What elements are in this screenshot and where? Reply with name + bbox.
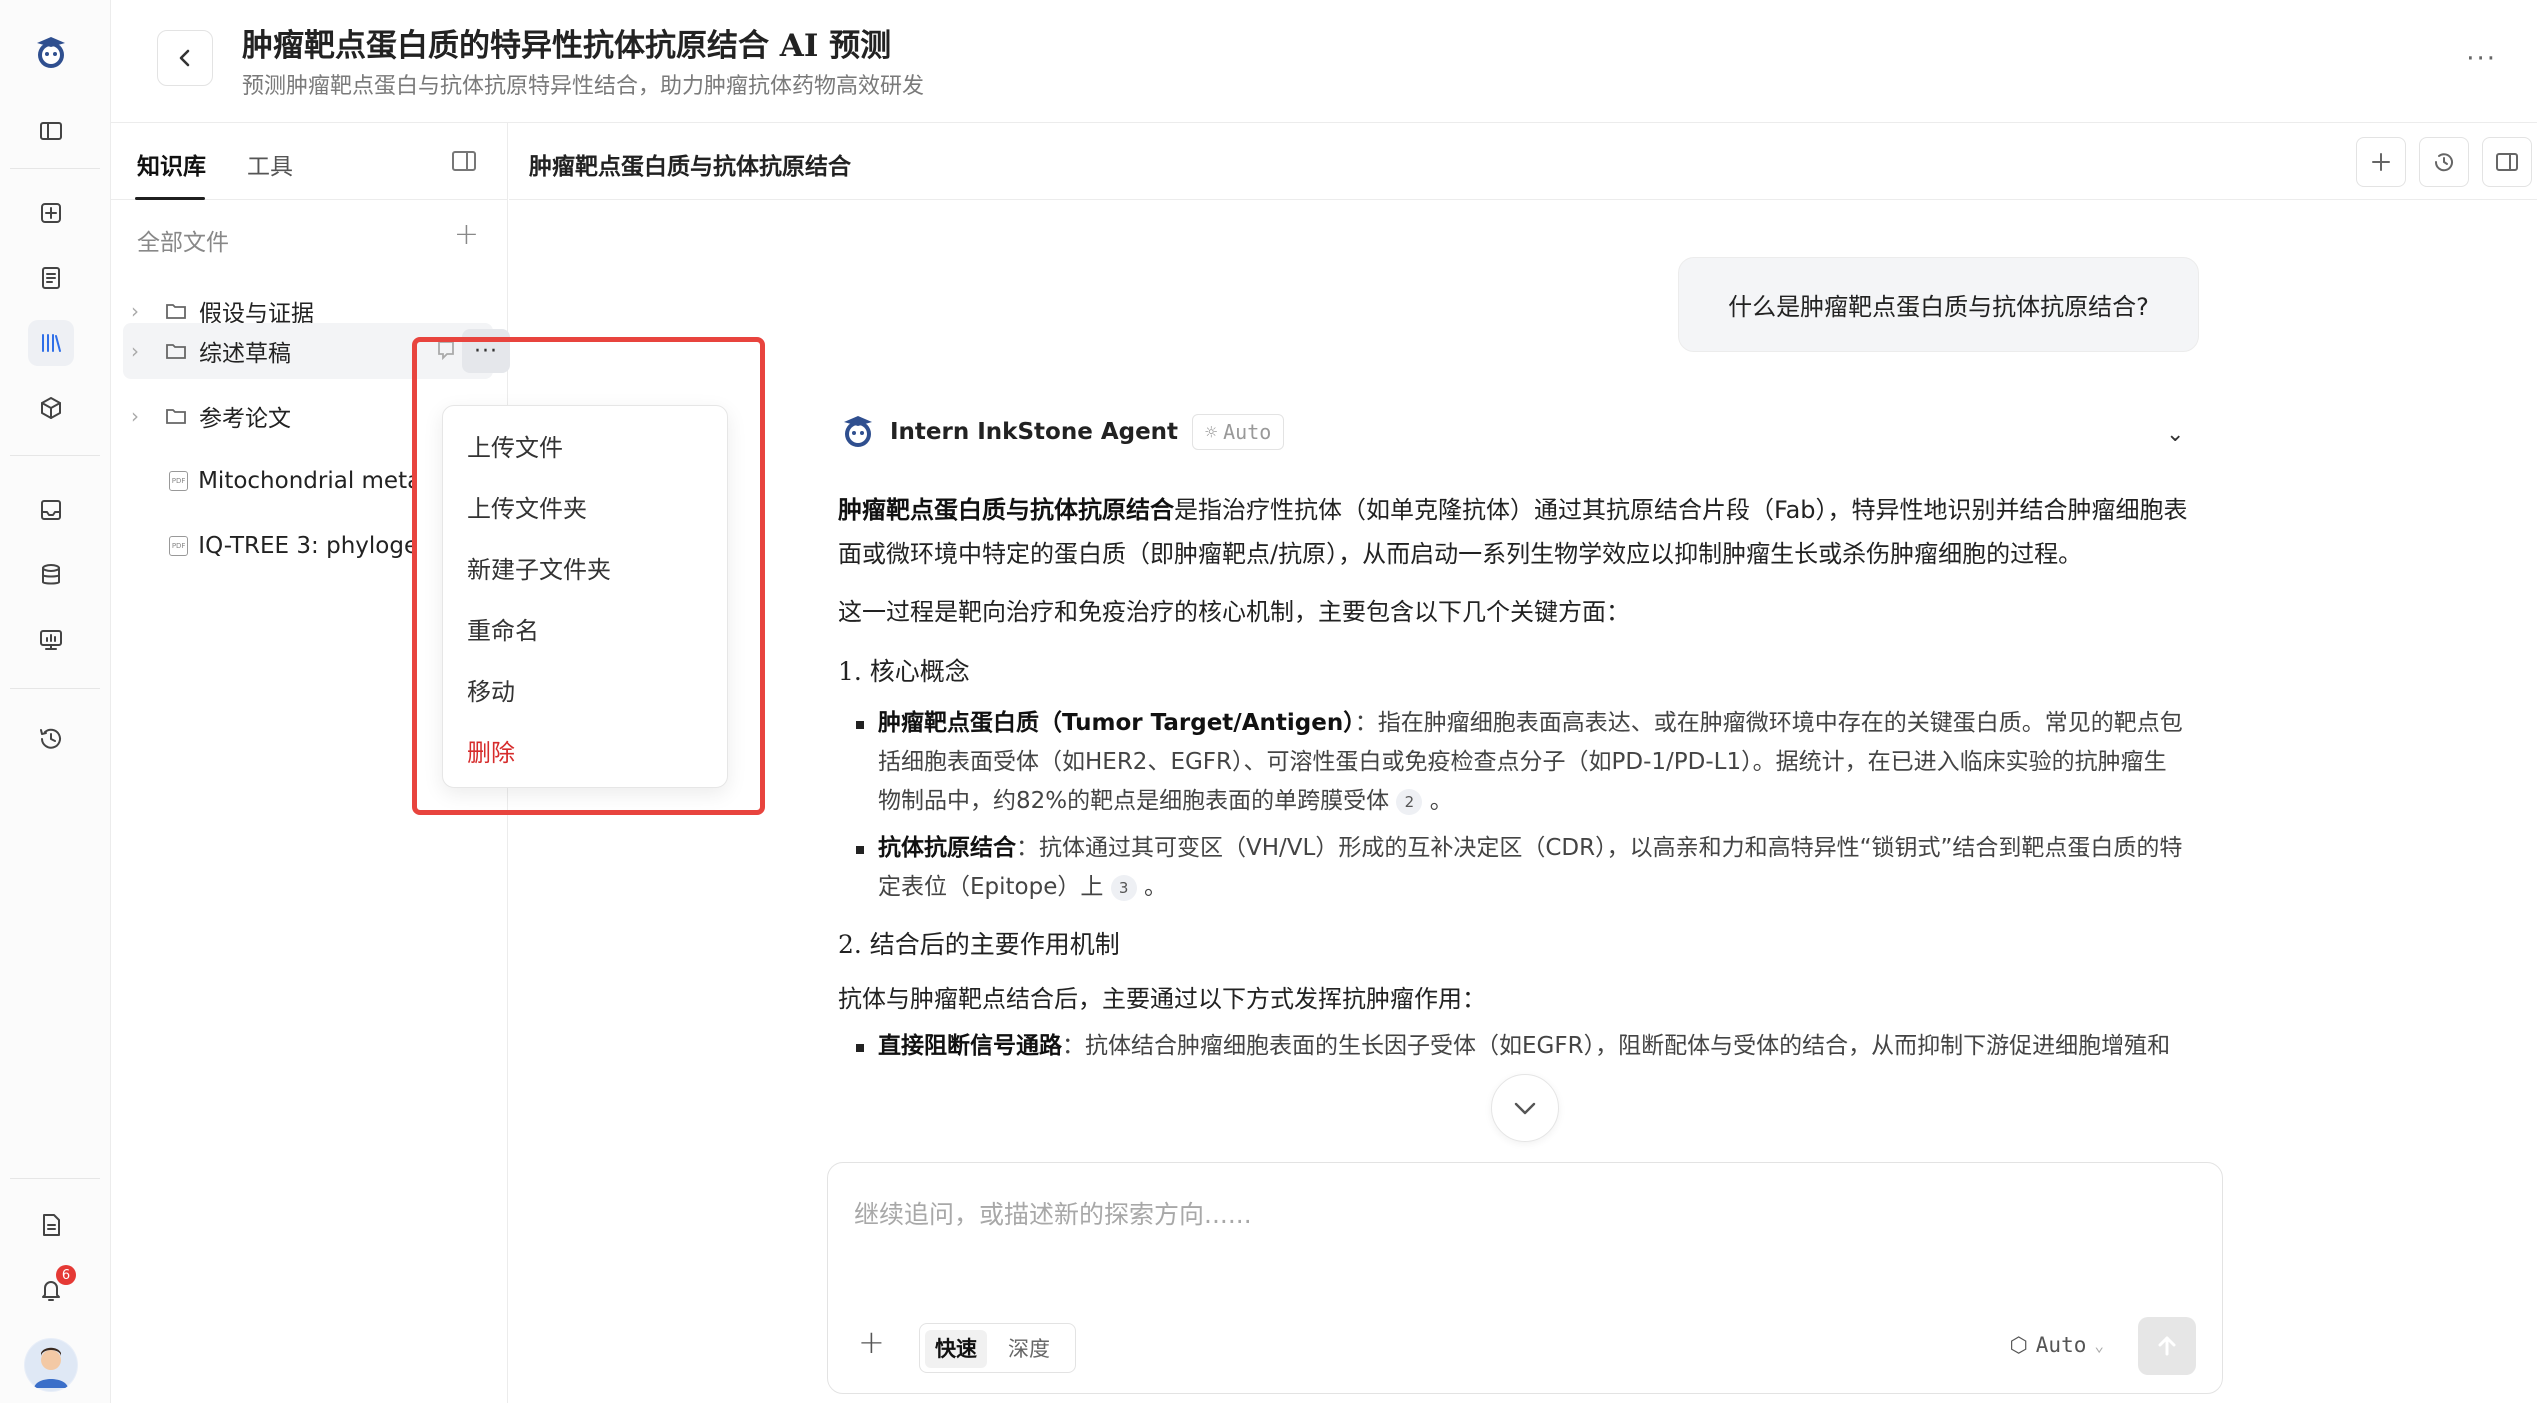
folder-row[interactable]: › 参考论文 (123, 388, 493, 444)
menu-delete[interactable]: 删除 (467, 733, 515, 768)
file-label: Mitochondrial metabo (198, 468, 413, 494)
answer-lead: 抗体与肿瘤靶点结合后，主要通过以下方式发挥抗肿瘤作用： (838, 985, 1486, 1013)
chat-header: 肿瘤靶点蛋白质与抗体抗原结合 (509, 123, 2537, 200)
folder-icon (165, 406, 189, 426)
sidebar-toggle-icon[interactable] (28, 108, 74, 154)
pdf-file-icon: PDF (169, 536, 189, 556)
app-logo[interactable] (28, 30, 74, 76)
bell-icon[interactable]: 6 (28, 1265, 76, 1313)
panel-collapse-icon[interactable] (450, 147, 478, 175)
folder-row-selected[interactable]: › 综述草稿 ··· (123, 323, 510, 379)
bullet-list: 肿瘤靶点蛋白质（Tumor Target/Antigen）：指在肿瘤细胞表面高表… (838, 704, 2188, 907)
mode-deep[interactable]: 深度 (998, 1330, 1060, 1368)
tab-tools[interactable]: 工具 (247, 147, 293, 181)
cube-icon: ⬡ (2009, 1333, 2028, 1357)
chat-composer: 继续追问，或描述新的探索方向...... + 快速 深度 ⬡ Auto ⌄ (827, 1162, 2223, 1394)
back-button[interactable] (157, 30, 213, 86)
list-item: 直接阻断信号通路：抗体结合肿瘤细胞表面的生长因子受体（如EGFR），阻断配体与受… (838, 1027, 2188, 1066)
pdf-file-icon: PDF (169, 471, 189, 491)
section-heading: 2. 结合后的主要作用机制 (838, 930, 1120, 959)
inbox-icon[interactable] (28, 487, 74, 533)
chevron-down-icon: ⌄ (2094, 1335, 2104, 1355)
list-item: 肿瘤靶点蛋白质（Tumor Target/Antigen）：指在肿瘤细胞表面高表… (838, 704, 2188, 821)
history-button[interactable] (2419, 137, 2469, 187)
scroll-down-button[interactable] (1491, 1074, 1559, 1142)
section-heading: 1. 核心概念 (838, 657, 970, 686)
notes-icon[interactable] (28, 255, 74, 301)
side-panel-icon (2496, 153, 2518, 171)
collapse-double-chevron-icon[interactable]: ⌄ (2166, 422, 2184, 447)
send-button[interactable] (2138, 1317, 2196, 1375)
model-selector[interactable]: ⬡ Auto ⌄ (2009, 1333, 2104, 1357)
context-menu: 上传文件 上传文件夹 新建子文件夹 重命名 移动 删除 (442, 405, 728, 788)
left-rail: 6 (0, 0, 111, 1403)
citation-badge[interactable]: 3 (1110, 874, 1137, 901)
arrow-up-icon (2158, 1336, 2176, 1356)
menu-upload-file[interactable]: 上传文件 (467, 428, 563, 463)
more-options-icon[interactable]: ··· (2466, 44, 2497, 74)
page-title: 肿瘤靶点蛋白质的特异性抗体抗原结合 AI 预测 (242, 28, 892, 64)
file-row[interactable]: PDF IQ-TREE 3: phylogene (123, 518, 413, 574)
bullet-list: 直接阻断信号通路：抗体结合肿瘤细胞表面的生长因子受体（如EGFR），阻断配体与受… (838, 1027, 2188, 1066)
chat-title: 肿瘤靶点蛋白质与抗体抗原结合 (529, 154, 851, 180)
folder-label: 参考论文 (199, 406, 291, 432)
side-panel-button[interactable] (2482, 137, 2532, 187)
tab-knowledge-base[interactable]: 知识库 (137, 147, 206, 181)
file-label: IQ-TREE 3: phylogene (198, 533, 413, 559)
menu-rename[interactable]: 重命名 (467, 611, 539, 646)
page-header: 肿瘤靶点蛋白质的特异性抗体抗原结合 AI 预测 预测肿瘤靶点蛋白与抗体抗原特异性… (111, 0, 2537, 123)
history-icon[interactable] (28, 716, 74, 762)
mode-fast[interactable]: 快速 (925, 1330, 987, 1368)
new-chat-button[interactable] (2356, 137, 2406, 187)
row-more-button[interactable]: ··· (462, 329, 510, 373)
knowledge-tabs: 知识库 工具 (111, 123, 508, 200)
agent-answer: 肿瘤靶点蛋白质与抗体抗原结合是指治疗性抗体（如单克隆抗体）通过其抗原结合片段（F… (838, 488, 2188, 1074)
chevron-right-icon[interactable]: › (131, 299, 151, 323)
monitor-icon[interactable] (28, 617, 74, 663)
all-files-label: 全部文件 (137, 230, 229, 256)
chevron-left-icon (179, 49, 190, 67)
add-file-button[interactable]: + (454, 217, 479, 252)
menu-upload-folder[interactable]: 上传文件夹 (467, 489, 587, 524)
cube-icon[interactable] (28, 385, 74, 431)
menu-new-subfolder[interactable]: 新建子文件夹 (467, 550, 611, 585)
sun-icon: ☼ (1205, 420, 1218, 444)
library-icon[interactable] (28, 320, 74, 366)
agent-logo-icon (844, 416, 872, 447)
avatar[interactable] (24, 1338, 78, 1392)
new-item-icon[interactable] (28, 190, 74, 236)
menu-move[interactable]: 移动 (467, 672, 515, 707)
note-icon[interactable] (435, 339, 457, 361)
notification-badge: 6 (56, 1265, 76, 1285)
document-icon[interactable] (28, 1202, 74, 1248)
mode-selector: 快速 深度 (919, 1323, 1076, 1373)
user-message: 什么是肿瘤靶点蛋白质与抗体抗原结合? (1678, 257, 2199, 352)
plus-icon (2372, 153, 2390, 171)
page-subtitle: 预测肿瘤靶点蛋白与抗体抗原特异性结合，助力肿瘤抗体药物高效研发 (242, 74, 925, 99)
answer-lead: 这一过程是靶向治疗和免疫治疗的核心机制，主要包含以下几个关键方面： (838, 598, 1630, 626)
folder-icon (165, 301, 189, 321)
list-item: 抗体抗原结合：抗体通过其可变区（VH/VL）形成的互补决定区（CDR），以高亲和… (838, 829, 2188, 907)
citation-badge[interactable]: 2 (1396, 788, 1423, 815)
file-row[interactable]: PDF Mitochondrial metabo (123, 453, 413, 509)
chevron-right-icon[interactable]: › (131, 404, 151, 428)
chevron-down-icon (1514, 1102, 1536, 1115)
composer-input[interactable]: 继续追问，或描述新的探索方向...... (854, 1195, 1252, 1231)
folder-label: 综述草稿 (199, 341, 291, 367)
agent-name: Intern InkStone Agent (890, 419, 1179, 445)
active-tab-indicator (135, 197, 205, 200)
chevron-right-icon[interactable]: › (131, 339, 151, 363)
answer-intro: 肿瘤靶点蛋白质与抗体抗原结合是指治疗性抗体（如单克隆抗体）通过其抗原结合片段（F… (838, 496, 2188, 568)
history-icon (2434, 153, 2453, 172)
database-icon[interactable] (28, 552, 74, 598)
agent-header: Intern InkStone Agent ☼ Auto (838, 410, 1285, 454)
folder-icon (165, 341, 189, 361)
agent-mode-tag: ☼ Auto (1192, 414, 1285, 450)
attach-plus-button[interactable]: + (858, 1323, 885, 1361)
